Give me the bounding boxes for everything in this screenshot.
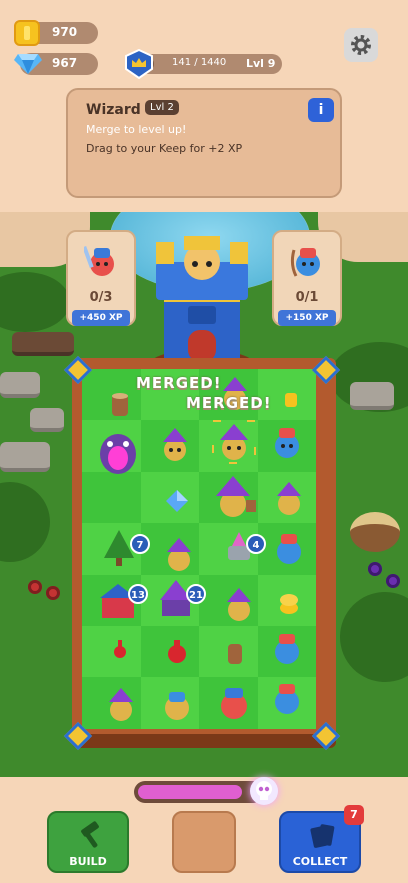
log-item[interactable]: [226, 642, 244, 666]
potion-item[interactable]: [112, 638, 128, 660]
bush: [340, 592, 408, 682]
wizard-unit[interactable]: [158, 428, 192, 462]
gold-amount: 970: [52, 25, 78, 39]
rock: [350, 382, 394, 410]
cards-icon: [310, 824, 335, 848]
portal-unit[interactable]: [96, 428, 140, 476]
board-cell[interactable]: [82, 471, 141, 524]
info-button[interactable]: i: [308, 98, 334, 122]
log-item[interactable]: [110, 392, 130, 418]
hammer-icon: [81, 821, 99, 848]
crystal-item[interactable]: [164, 488, 190, 514]
bottom-bar: BUILD COLLECT 7: [0, 777, 408, 883]
coin-icon: [14, 20, 40, 46]
goal-card-archer[interactable]: 0/1 +150 XP: [272, 230, 342, 326]
goal-card-warrior[interactable]: 0/3 +450 XP: [66, 230, 136, 326]
game-world: 0/3 +450 XP 0/1 +150 XP 7 4 13 21 MERGED…: [0, 212, 408, 777]
flower: [368, 562, 382, 576]
tree-stump: [350, 512, 400, 552]
warrior-icon: [84, 245, 114, 276]
merged-popup: MERGED!: [136, 374, 222, 392]
wizard-unit-selected[interactable]: [212, 420, 256, 464]
keep-tower[interactable]: [150, 222, 254, 374]
generator-count-badge: 7: [130, 534, 150, 554]
bush: [0, 272, 70, 332]
enemy-progress-bar: [134, 781, 264, 803]
crown-shield-icon: [125, 48, 153, 80]
goal-xp-reward: +450 XP: [72, 310, 130, 326]
xp-bar: 141 / 1440 Lvl 9: [138, 54, 282, 74]
gear-icon: [351, 35, 371, 55]
info-hint-merge: Merge to level up!: [86, 123, 187, 136]
collect-label: COLLECT: [292, 855, 348, 868]
wizard-unit[interactable]: [104, 688, 138, 722]
archer-unit[interactable]: [160, 688, 194, 722]
generator-count-badge: 4: [246, 534, 266, 554]
archer-unit[interactable]: [270, 632, 304, 666]
player-level: Lvl 9: [246, 57, 276, 70]
rock: [0, 442, 50, 472]
wizard-unit[interactable]: [162, 538, 196, 572]
unit-info-panel: Wizard Lvl 2 Merge to level up! Drag to …: [66, 88, 342, 198]
goal-xp-reward: +150 XP: [278, 310, 336, 326]
wizard-unit[interactable]: [222, 588, 256, 622]
diamond-icon: [14, 52, 42, 74]
enemy-progress-fill: [138, 785, 242, 799]
generator-count-badge: 21: [186, 584, 206, 604]
wizard-unit-lvl2[interactable]: [208, 474, 258, 520]
potion-item[interactable]: [164, 638, 190, 664]
settings-button[interactable]: [344, 28, 378, 62]
build-button[interactable]: BUILD: [47, 811, 129, 873]
xp-text: 141 / 1440: [172, 57, 227, 68]
wizard-unit[interactable]: [272, 482, 306, 516]
build-label: BUILD: [69, 855, 107, 868]
bush: [0, 482, 50, 562]
merged-popup: MERGED!: [186, 394, 272, 412]
top-hud: 970 967 141 / 1440 Lvl 9 Wizard Lvl 2 Me…: [0, 0, 408, 215]
gold-coin-item[interactable]: [284, 392, 298, 408]
skull-icon: [250, 777, 278, 805]
generator-count-badge: 13: [128, 584, 148, 604]
goal-count: 0/1: [295, 290, 319, 305]
info-hint-keep: Drag to your Keep for +2 XP: [86, 142, 243, 155]
log-fence: [12, 332, 74, 356]
flower: [386, 574, 400, 588]
rock: [0, 372, 40, 398]
flower: [46, 586, 60, 600]
gem-amount: 967: [52, 56, 78, 70]
flower: [28, 580, 42, 594]
goal-count: 0/3: [89, 290, 113, 305]
warrior-unit[interactable]: [214, 682, 254, 722]
unit-level-badge: Lvl 2: [145, 100, 179, 115]
archer-unit[interactable]: [270, 426, 304, 460]
archer-unit[interactable]: [272, 532, 306, 566]
unit-name: Wizard: [86, 102, 141, 118]
gold-coin-stack[interactable]: [278, 588, 300, 616]
archer-icon: [290, 248, 320, 277]
collect-notification-badge: 7: [344, 805, 364, 825]
archer-unit[interactable]: [270, 682, 304, 716]
center-slot-button[interactable]: [172, 811, 236, 873]
rock: [30, 408, 64, 432]
